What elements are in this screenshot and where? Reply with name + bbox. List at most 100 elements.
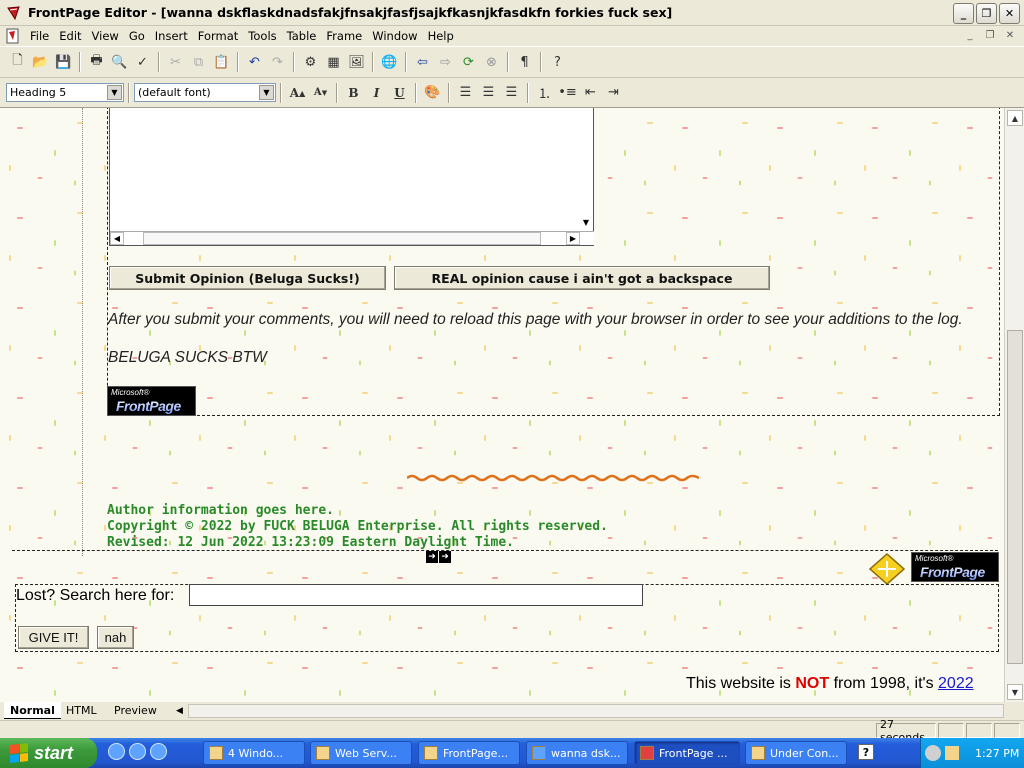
undo-icon[interactable]: ↶ — [246, 53, 264, 71]
collapse-tray-icon[interactable] — [925, 745, 941, 761]
close-button[interactable]: ✕ — [999, 3, 1020, 24]
give-it-button[interactable]: GIVE IT! — [18, 626, 89, 649]
nah-button[interactable]: nah — [97, 626, 134, 649]
scroll-down-icon[interactable]: ▼ — [1007, 684, 1023, 700]
task-frontpage-editor[interactable]: FrontPage ... — [634, 741, 740, 765]
decrease-indent-icon[interactable]: ⇤ — [582, 84, 600, 102]
insert-table-icon[interactable]: ▦ — [325, 53, 343, 71]
tab-scroll-left-icon[interactable]: ◀ — [170, 702, 189, 719]
decrease-font-icon[interactable]: A ▼ — [312, 84, 330, 102]
italic-button[interactable]: I — [368, 84, 386, 102]
cut-icon[interactable]: ✂ — [167, 53, 185, 71]
menu-go[interactable]: Go — [124, 29, 150, 43]
tab-html[interactable]: HTML — [60, 702, 103, 719]
submit-opinion-button[interactable]: Submit Opinion (Beluga Sucks!) — [109, 266, 386, 290]
document-horizontal-scrollbar[interactable] — [188, 704, 1004, 718]
paste-icon[interactable]: 📋 — [213, 53, 231, 71]
menu-edit[interactable]: Edit — [54, 29, 86, 43]
numbered-list-icon[interactable]: ⒈ — [536, 84, 554, 102]
scrollbar-thumb[interactable] — [143, 232, 541, 245]
help-icon[interactable]: ? — [549, 53, 567, 71]
scroll-down-icon[interactable]: ▼ — [580, 218, 592, 230]
spelling-icon[interactable]: ✓ — [134, 53, 152, 71]
tab-normal[interactable]: Normal — [4, 702, 61, 719]
view-tabs-bar: Normal HTML Preview ◀ — [0, 702, 1024, 720]
scroll-up-icon[interactable]: ▲ — [1007, 110, 1023, 126]
insert-image-icon[interactable]: 🖼 — [348, 53, 366, 71]
open-icon[interactable]: 📂 — [32, 53, 50, 71]
textarea-vertical-scrollbar[interactable]: ▼ — [580, 108, 593, 230]
help-tray-icon[interactable]: ? — [858, 744, 874, 760]
style-select[interactable]: Heading 5 ▼ — [6, 83, 124, 102]
new-icon[interactable]: 🗋 — [9, 53, 27, 71]
align-right-icon[interactable]: ☰ — [503, 84, 521, 102]
increase-indent-icon[interactable]: ⇥ — [605, 84, 623, 102]
underline-button[interactable]: U — [391, 84, 409, 102]
font-select[interactable]: (default font) ▼ — [134, 83, 276, 102]
menu-view[interactable]: View — [87, 29, 124, 43]
menu-file[interactable]: File — [25, 29, 54, 43]
scroll-left-icon[interactable]: ◀ — [110, 232, 124, 245]
document-icon[interactable] — [6, 28, 20, 44]
align-center-icon[interactable]: ☰ — [480, 84, 498, 102]
task-frontpage-explorer[interactable]: FrontPage... — [418, 741, 520, 765]
hyperlink-icon[interactable]: 🌐 — [381, 53, 399, 71]
back-icon[interactable]: ⇦ — [414, 53, 432, 71]
document-vertical-scrollbar[interactable]: ▲ ▼ — [1004, 108, 1024, 702]
increase-font-icon[interactable]: A ▲ — [289, 84, 307, 102]
tab-preview[interactable]: Preview — [108, 702, 163, 719]
maximize-button[interactable]: ❐ — [976, 3, 997, 24]
task-browser-page[interactable]: wanna dsk... — [526, 741, 628, 765]
doc-restore-button[interactable]: ❐ — [982, 28, 998, 42]
document-canvas[interactable]: ▼ ◀ ▶ Submit Opinion (Beluga Sucks!) REA… — [0, 108, 1004, 702]
copyright-line: Copyright © 2022 by FUCK BELUGA Enterpri… — [107, 519, 608, 534]
bulleted-list-icon[interactable]: •≡ — [558, 84, 577, 102]
forward-icon[interactable]: ⇨ — [437, 53, 455, 71]
scrollbar-thumb[interactable] — [1007, 330, 1023, 664]
outlook-icon[interactable] — [129, 743, 146, 760]
start-button[interactable]: start — [0, 738, 97, 768]
media-player-icon[interactable] — [150, 743, 167, 760]
copy-icon[interactable]: ⧉ — [190, 53, 208, 71]
menu-frame[interactable]: Frame — [321, 29, 367, 43]
year-link[interactable]: 2022 — [938, 675, 974, 692]
menu-insert[interactable]: Insert — [150, 29, 193, 43]
menu-window[interactable]: Window — [367, 29, 422, 43]
stop-icon[interactable]: ⊗ — [483, 53, 501, 71]
chevron-down-icon[interactable]: ▼ — [107, 85, 122, 100]
navbar-arrows[interactable]: ➜ ➜ — [426, 551, 451, 563]
scroll-right-icon[interactable]: ▶ — [566, 232, 580, 245]
align-left-icon[interactable]: ☰ — [457, 84, 475, 102]
print-preview-icon[interactable]: 🔍 — [111, 53, 129, 71]
bold-button[interactable]: B — [345, 84, 363, 102]
menu-help[interactable]: Help — [423, 29, 459, 43]
redo-icon[interactable]: ↷ — [269, 53, 287, 71]
arrow-right-icon[interactable]: ➜ — [426, 551, 438, 563]
menu-tools[interactable]: Tools — [243, 29, 281, 43]
diamond-nav-icon[interactable] — [868, 552, 906, 586]
task-under-construction[interactable]: Under Con... — [745, 741, 847, 765]
menu-table[interactable]: Table — [282, 29, 322, 43]
network-icon[interactable] — [945, 746, 959, 760]
minimize-button[interactable]: _ — [953, 3, 974, 24]
refresh-icon[interactable]: ⟳ — [460, 53, 478, 71]
task-label: 4 Windo... — [228, 746, 284, 760]
task-web-server[interactable]: Web Serv... — [310, 741, 412, 765]
search-input[interactable] — [189, 584, 643, 606]
menu-format[interactable]: Format — [193, 29, 244, 43]
ie-icon[interactable] — [108, 743, 125, 760]
doc-close-button[interactable]: ✕ — [1002, 28, 1018, 42]
webbot-icon[interactable]: ⚙ — [302, 53, 320, 71]
text-color-icon[interactable]: 🎨 — [424, 84, 442, 102]
show-all-icon[interactable]: ¶ — [516, 53, 534, 71]
textarea-horizontal-scrollbar[interactable]: ◀ ▶ — [110, 231, 594, 245]
comments-textarea[interactable]: ▼ ◀ ▶ — [109, 108, 594, 246]
task-windows-explorer[interactable]: 4 Windo... — [203, 741, 305, 765]
arrow-right-icon[interactable]: ➜ — [439, 551, 451, 563]
doc-minimize-button[interactable]: _ — [962, 28, 978, 42]
print-icon[interactable]: 🖶 — [88, 53, 106, 71]
toolbar-separator — [280, 82, 282, 103]
save-icon[interactable]: 💾 — [55, 53, 73, 71]
chevron-down-icon[interactable]: ▼ — [259, 85, 274, 100]
real-opinion-button[interactable]: REAL opinion cause i ain't got a backspa… — [394, 266, 770, 290]
